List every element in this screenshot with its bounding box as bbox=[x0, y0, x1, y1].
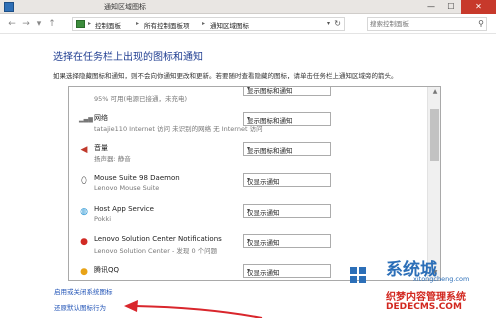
behavior-select[interactable]: 显示图标和通知 ▾ bbox=[243, 86, 331, 96]
item-name: 网络 bbox=[94, 114, 108, 122]
network-icon: ▂▄▆ bbox=[79, 116, 93, 123]
list-item: ◀ 音量 扬声器: 静音 显示图标和通知 ▾ bbox=[69, 139, 429, 169]
pokki-icon: ◍ bbox=[80, 207, 88, 217]
breadcrumb-separator: ▸ bbox=[88, 20, 92, 27]
item-name: Host App Service bbox=[94, 205, 154, 213]
breadcrumb-all-items[interactable]: 所有控制面板项 bbox=[144, 20, 190, 30]
item-name: Mouse Suite 98 Daemon bbox=[94, 174, 180, 182]
chevron-down-icon: ▾ bbox=[247, 207, 251, 214]
page-description: 如果选择隐藏图标和通知，则不会向你通知更改和更新。若要随时查看隐藏的图标，请单击… bbox=[53, 72, 398, 80]
list-item: ▂▄▆ 网络 tatajie110 Internet 访问 未识别的网络 无 I… bbox=[69, 109, 429, 139]
behavior-select[interactable]: 仅显示通知 ▾ bbox=[243, 204, 331, 218]
breadcrumb-notification-icons[interactable]: 通知区域图标 bbox=[210, 20, 249, 30]
notification-icons-list: 95% 可用(电源已接通，未充电) 显示图标和通知 ▾ ▂▄▆ 网络 tataj… bbox=[68, 86, 441, 281]
window-title: 通知区域图标 bbox=[104, 3, 146, 11]
chevron-down-icon: ▾ bbox=[247, 176, 251, 183]
watermark-domain: xitongcheng.com bbox=[413, 275, 470, 283]
page-title: 选择在任务栏上出现的图标和通知 bbox=[53, 52, 203, 63]
list-item: ◍ Host App Service Pokki 仅显示通知 ▾ bbox=[69, 201, 429, 231]
chevron-down-icon: ▾ bbox=[247, 145, 251, 152]
forward-button[interactable]: → bbox=[20, 18, 32, 30]
chevron-down-icon: ▾ bbox=[247, 86, 251, 92]
scrollbar-thumb[interactable] bbox=[430, 109, 439, 161]
list-scrollbar[interactable]: ▲ ▼ bbox=[427, 87, 440, 280]
item-description: 95% 可用(电源已接通，未充电) bbox=[94, 95, 188, 103]
watermark-site-name: 织梦内容管理系统 bbox=[386, 292, 466, 303]
behavior-select[interactable]: 显示图标和通知 ▾ bbox=[243, 142, 331, 156]
behavior-select[interactable]: 仅显示通知 ▾ bbox=[243, 173, 331, 187]
chevron-down-icon: ▾ bbox=[247, 115, 251, 122]
chevron-down-icon: ▾ bbox=[247, 237, 251, 244]
battery-icon bbox=[79, 87, 89, 95]
refresh-icon[interactable]: ↻ bbox=[334, 19, 341, 28]
lenovo-solution-center-icon: ● bbox=[80, 237, 88, 247]
breadcrumb-control-panel[interactable]: 控制面板 bbox=[95, 20, 121, 30]
restore-defaults-link[interactable]: 还原默认图标行为 bbox=[54, 302, 106, 312]
item-description: tatajie110 Internet 访问 未识别的网络 无 Internet… bbox=[94, 125, 263, 133]
item-name: Lenovo Solution Center Notifications bbox=[94, 235, 222, 243]
breadcrumb-separator: ▸ bbox=[202, 20, 206, 27]
item-description: 扬声器: 静音 bbox=[94, 155, 131, 163]
minimize-button[interactable]: — bbox=[421, 0, 441, 14]
mouse-icon: ⬯ bbox=[81, 176, 87, 186]
close-button[interactable]: ✕ bbox=[461, 0, 496, 14]
item-description: Pokki bbox=[94, 215, 111, 223]
volume-muted-icon: ◀ bbox=[80, 145, 88, 155]
windows-logo-icon bbox=[350, 267, 366, 283]
watermark: 系统城 xitongcheng.com 织梦内容管理系统 DEDECMS.COM bbox=[350, 255, 496, 318]
up-button[interactable]: ↑ bbox=[46, 18, 58, 30]
item-description: Lenovo Solution Center - 发现 0 个问题 bbox=[94, 247, 218, 255]
list-item: ⬯ Mouse Suite 98 Daemon Lenovo Mouse Sui… bbox=[69, 170, 429, 200]
title-bar: 通知区域图标 — ☐ ✕ bbox=[0, 0, 496, 14]
address-field[interactable]: ▸ 控制面板 ▸ 所有控制面板项 ▸ 通知区域图标 ▾ ↻ bbox=[72, 17, 345, 31]
search-box[interactable]: ⚲ bbox=[367, 17, 487, 31]
item-name: 音量 bbox=[94, 144, 108, 152]
list-item: 95% 可用(电源已接通，未充电) 显示图标和通知 ▾ bbox=[69, 86, 429, 109]
address-dropdown-icon[interactable]: ▾ bbox=[327, 20, 330, 27]
behavior-select[interactable]: 仅显示通知 ▾ bbox=[243, 234, 331, 248]
recent-locations-button[interactable]: ▾ bbox=[33, 18, 45, 30]
breadcrumb-separator: ▸ bbox=[136, 20, 140, 27]
back-button[interactable]: ← bbox=[6, 18, 18, 30]
chevron-down-icon: ▾ bbox=[247, 267, 251, 274]
search-icon[interactable]: ⚲ bbox=[478, 19, 484, 28]
maximize-button[interactable]: ☐ bbox=[441, 0, 461, 14]
search-input[interactable] bbox=[370, 19, 470, 29]
behavior-select[interactable]: 显示图标和通知 ▾ bbox=[243, 112, 331, 126]
watermark-site-url: DEDECMS.COM bbox=[386, 302, 462, 312]
item-description: Lenovo Mouse Suite bbox=[94, 184, 160, 192]
item-name: 腾讯QQ bbox=[94, 266, 120, 274]
window-system-icon[interactable] bbox=[4, 2, 14, 12]
address-toolbar: ← → ▾ ↑ ▸ 控制面板 ▸ 所有控制面板项 ▸ 通知区域图标 ▾ ↻ ⚲ bbox=[0, 14, 496, 34]
system-icons-link[interactable]: 启用或关闭系统图标 bbox=[54, 286, 113, 296]
behavior-select[interactable]: 仅显示通知 ▾ bbox=[243, 264, 331, 278]
scroll-up-icon[interactable]: ▲ bbox=[428, 88, 440, 98]
qq-penguin-icon: ● bbox=[80, 267, 88, 277]
control-panel-icon bbox=[76, 20, 85, 28]
